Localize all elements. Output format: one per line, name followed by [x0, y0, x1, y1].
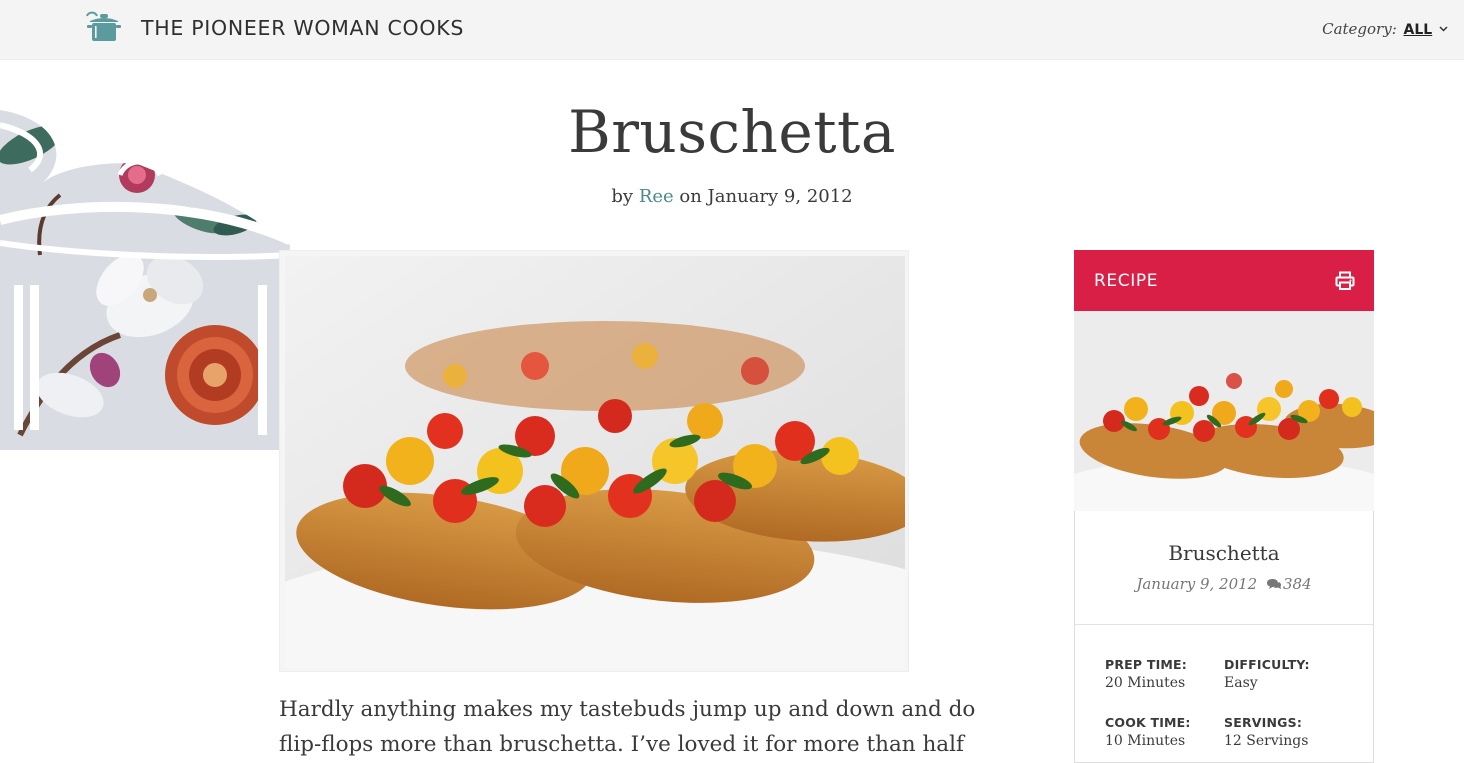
- page-title: Bruschetta: [568, 98, 896, 166]
- servings-value: 12 Servings: [1224, 733, 1309, 749]
- prep-time-value: 20 Minutes: [1105, 675, 1186, 691]
- cook-time-label: COOK TIME:: [1105, 715, 1191, 730]
- category-dropdown[interactable]: ALL: [1404, 22, 1433, 38]
- site-title[interactable]: THE PIONEER WOMAN COOKS: [141, 16, 464, 40]
- recipe-name[interactable]: Bruschetta: [1075, 541, 1373, 565]
- recipe-meta: January 9, 2012 384: [1075, 575, 1373, 593]
- category-label: Category:: [1322, 20, 1397, 38]
- site-header: THE PIONEER WOMAN COOKS Category: ALL: [0, 0, 1464, 60]
- cooking-pot-icon[interactable]: [84, 10, 124, 44]
- recipe-card-label: RECIPE: [1094, 271, 1159, 291]
- servings-stat: SERVINGS: 12 Servings: [1224, 715, 1308, 749]
- bruschetta-photo[interactable]: [285, 256, 905, 668]
- recipe-card: RECIPE Bruschetta January 9, 2012 384 PR…: [1074, 250, 1374, 763]
- cook-time-stat: COOK TIME: 10 Minutes: [1105, 715, 1191, 749]
- prep-time-stat: PREP TIME: 20 Minutes: [1105, 657, 1187, 691]
- printer-icon[interactable]: [1335, 271, 1355, 291]
- difficulty-stat: DIFFICULTY: Easy: [1224, 657, 1310, 691]
- chevron-down-icon[interactable]: [1439, 26, 1448, 32]
- recipe-card-header: RECIPE: [1074, 250, 1374, 311]
- main-image-frame: [279, 250, 909, 672]
- comment-count[interactable]: 384: [1283, 575, 1312, 593]
- byline-prefix: by: [611, 186, 634, 207]
- servings-label: SERVINGS:: [1224, 715, 1303, 730]
- recipe-divider: [1075, 624, 1373, 625]
- author-link[interactable]: Ree: [639, 186, 674, 207]
- comments-icon[interactable]: [1266, 578, 1282, 591]
- post-byline: by Ree on January 9, 2012: [0, 186, 1464, 207]
- difficulty-label: DIFFICULTY:: [1224, 657, 1310, 672]
- post-date: on January 9, 2012: [679, 186, 853, 207]
- article-intro: Hardly anything makes my tastebuds jump …: [279, 697, 976, 757]
- recipe-thumbnail[interactable]: [1074, 311, 1374, 511]
- recipe-date: January 9, 2012: [1136, 575, 1258, 593]
- category-filter[interactable]: Category: ALL: [1322, 20, 1448, 38]
- prep-time-label: PREP TIME:: [1105, 657, 1187, 672]
- difficulty-value: Easy: [1224, 675, 1258, 691]
- cook-time-value: 10 Minutes: [1105, 733, 1186, 749]
